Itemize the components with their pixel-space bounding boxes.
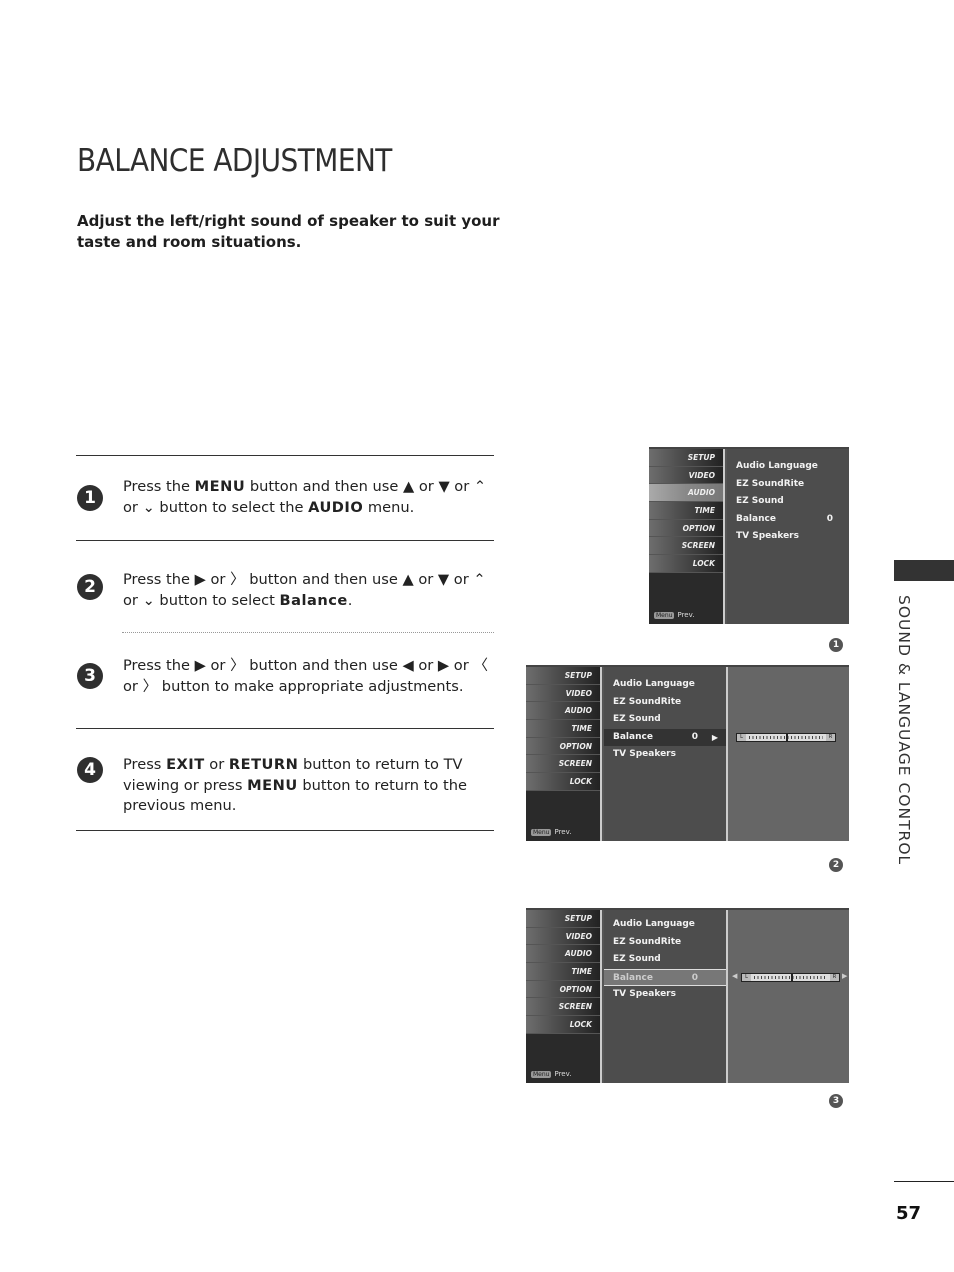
- menu-item-balance[interactable]: Balance 0 ▶: [604, 728, 726, 747]
- section-label: SOUND & LANGUAGE CONTROL: [895, 595, 913, 866]
- menu-key-icon: Menu: [654, 612, 675, 619]
- left-arrow-icon: ◀: [732, 972, 738, 980]
- menu-key-icon: Menu: [531, 829, 552, 836]
- tv-sidebar: SETUP VIDEO AUDIO TIME OPTION SCREEN LOC…: [649, 449, 725, 624]
- right-arrow-icon: ▶: [711, 732, 718, 742]
- tv-menu-screen-3: SETUP VIDEO AUDIO TIME OPTION SCREEN LOC…: [526, 908, 849, 1083]
- sidebar-item-setup[interactable]: SETUP: [526, 910, 600, 928]
- audio-list: Audio Language EZ SoundRite EZ Sound Bal…: [604, 667, 726, 841]
- sidebar-item-audio[interactable]: AUDIO: [526, 702, 600, 721]
- sidebar-item-time[interactable]: TIME: [526, 720, 600, 738]
- sidebar-item-lock[interactable]: LOCK: [649, 555, 723, 573]
- right-arrow-icon: ▶: [842, 972, 848, 980]
- step-text: Press the MENU button and then use ▲ or …: [123, 478, 487, 516]
- sidebar-item-setup[interactable]: SETUP: [526, 667, 600, 685]
- tv-sidebar: SETUP VIDEO AUDIO TIME OPTION SCREEN LOC…: [526, 910, 602, 1083]
- slider-right-label: R: [830, 974, 839, 981]
- step-text: Press the ▶ or 〉 button and then use ◀ o…: [123, 657, 488, 695]
- tv-menu-screen-2: SETUP VIDEO AUDIO TIME OPTION SCREEN LOC…: [526, 665, 849, 841]
- balance-slider[interactable]: L R: [741, 973, 840, 982]
- step-1: 1 Press the MENU button and then use ▲ o…: [76, 455, 494, 540]
- slider-handle: [786, 734, 788, 741]
- prev-hint: Menu Prev.: [654, 611, 695, 619]
- sidebar-item-option[interactable]: OPTION: [649, 519, 723, 538]
- menu-item-balance[interactable]: Balance 0: [727, 511, 849, 529]
- tv-menu-screen-1: SETUP VIDEO AUDIO TIME OPTION SCREEN LOC…: [649, 447, 849, 624]
- sidebar-item-video[interactable]: VIDEO: [526, 684, 600, 703]
- menu-key-icon: Menu: [531, 1071, 552, 1078]
- step-2: 2 Press the ▶ or 〉 button and then use ▲…: [76, 540, 494, 632]
- audio-list: Audio Language EZ SoundRite EZ Sound Bal…: [604, 910, 726, 1083]
- step-number: 4: [77, 757, 103, 783]
- menu-item-tv-speakers[interactable]: TV Speakers: [727, 528, 849, 546]
- page-number: 57: [896, 1203, 922, 1224]
- menu-item-balance[interactable]: Balance 0: [604, 968, 726, 987]
- balance-value: 0: [691, 731, 698, 742]
- balance-value: 0: [826, 513, 833, 524]
- balance-value: 0: [691, 972, 698, 983]
- sidebar-item-option[interactable]: OPTION: [526, 980, 600, 999]
- sidebar-item-option[interactable]: OPTION: [526, 737, 600, 756]
- menu-item-ez-soundrite[interactable]: EZ SoundRite: [727, 476, 849, 494]
- sidebar-item-setup[interactable]: SETUP: [649, 449, 723, 467]
- sidebar-item-time[interactable]: TIME: [526, 963, 600, 981]
- sidebar-item-audio[interactable]: AUDIO: [526, 945, 600, 964]
- menu-item-ez-sound[interactable]: EZ Sound: [727, 493, 849, 511]
- sidebar-item-screen[interactable]: SCREEN: [526, 998, 600, 1017]
- divider: [894, 1181, 954, 1182]
- menu-item-audio-language[interactable]: Audio Language: [604, 676, 726, 694]
- figure-number: 1: [829, 638, 843, 652]
- slider-left-label: L: [737, 734, 746, 741]
- prev-hint: Menu Prev.: [531, 1070, 572, 1078]
- step-3: 3 Press the ▶ or 〉 button and then use ◀…: [76, 633, 494, 728]
- prev-hint: Menu Prev.: [531, 828, 572, 836]
- menu-item-audio-language[interactable]: Audio Language: [727, 458, 849, 476]
- slider-handle: [790, 974, 793, 981]
- steps-list: 1 Press the MENU button and then use ▲ o…: [76, 455, 494, 831]
- figure-number: 3: [829, 1094, 843, 1108]
- sidebar-item-lock[interactable]: LOCK: [526, 773, 600, 791]
- menu-item-tv-speakers[interactable]: TV Speakers: [604, 986, 726, 1004]
- step-4: 4 Press EXIT or RETURN button to return …: [76, 728, 494, 831]
- figure-number: 2: [829, 858, 843, 872]
- balance-panel: ◀ L R ▶: [726, 910, 849, 1083]
- sidebar-item-screen[interactable]: SCREEN: [649, 537, 723, 556]
- menu-item-ez-soundrite[interactable]: EZ SoundRite: [604, 934, 726, 952]
- sidebar-item-time[interactable]: TIME: [649, 502, 723, 520]
- menu-item-ez-soundrite[interactable]: EZ SoundRite: [604, 694, 726, 712]
- step-text: Press EXIT or RETURN button to return to…: [123, 756, 467, 814]
- menu-item-ez-sound[interactable]: EZ Sound: [604, 711, 726, 729]
- tv-sidebar: SETUP VIDEO AUDIO TIME OPTION SCREEN LOC…: [526, 667, 602, 841]
- sidebar-item-video[interactable]: VIDEO: [649, 466, 723, 485]
- menu-item-audio-language[interactable]: Audio Language: [604, 916, 726, 934]
- step-number: 1: [77, 485, 103, 511]
- step-text: Press the ▶ or 〉 button and then use ▲ o…: [123, 571, 486, 609]
- step-number: 3: [77, 663, 103, 689]
- sidebar-item-video[interactable]: VIDEO: [526, 927, 600, 946]
- audio-list: Audio Language EZ SoundRite EZ Sound Bal…: [727, 449, 849, 624]
- sidebar-item-screen[interactable]: SCREEN: [526, 755, 600, 774]
- balance-slider[interactable]: L R: [736, 733, 836, 742]
- step-number: 2: [77, 574, 103, 600]
- menu-item-ez-sound[interactable]: EZ Sound: [604, 951, 726, 969]
- balance-panel: L R: [726, 667, 849, 841]
- menu-item-tv-speakers[interactable]: TV Speakers: [604, 746, 726, 764]
- sidebar-item-lock[interactable]: LOCK: [526, 1016, 600, 1034]
- section-tab: [894, 560, 954, 581]
- sidebar-item-audio[interactable]: AUDIO: [649, 484, 723, 503]
- slider-right-label: R: [826, 734, 835, 741]
- slider-left-label: L: [742, 974, 751, 981]
- page-title: BALANCE ADJUSTMENT: [77, 143, 392, 179]
- intro-text: Adjust the left/right sound of speaker t…: [77, 212, 500, 251]
